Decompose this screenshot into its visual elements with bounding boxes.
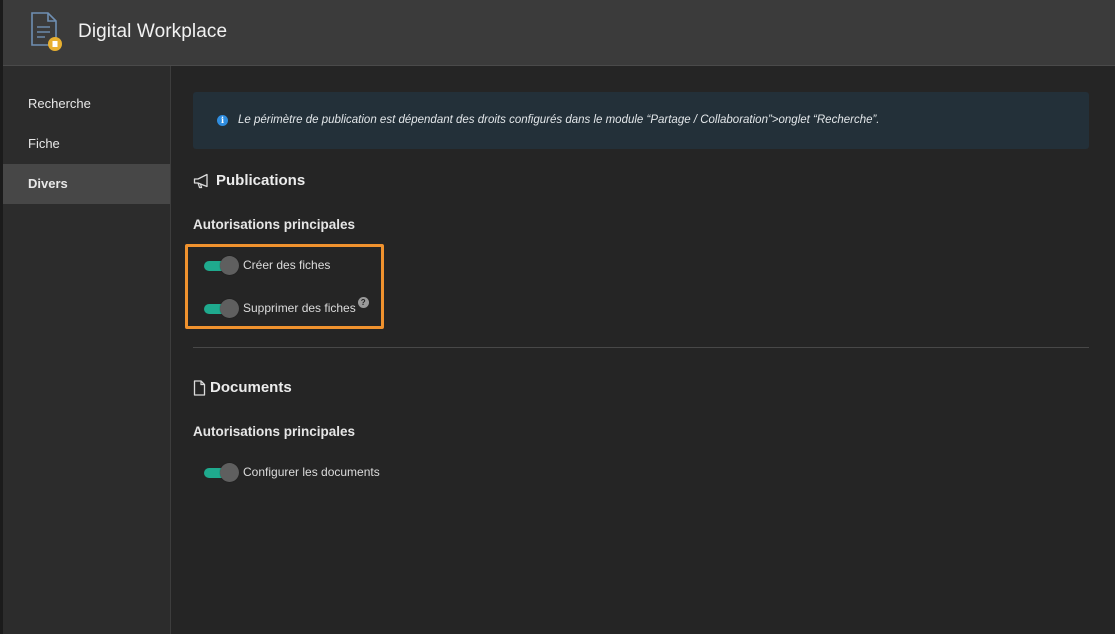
toggle-knob [220,256,239,275]
megaphone-icon [193,173,208,188]
section-title-documents: Documents [193,379,292,396]
info-banner: i Le périmètre de publication est dépend… [193,92,1089,149]
section-title-publications-text: Publications [216,172,306,189]
sidebar: Recherche Fiche Divers [3,66,171,634]
app-header: Digital Workplace [3,0,1115,66]
file-icon [193,379,206,396]
toggle-label-supprimer-fiches: Supprimer des fiches [243,301,356,315]
main-content: i Le périmètre de publication est dépend… [171,66,1115,634]
toggle-row-supprimer-fiches: Supprimer des fiches ? [204,296,369,318]
sidebar-item-divers[interactable]: Divers [3,164,170,204]
help-icon[interactable]: ? [357,296,369,308]
app-title: Digital Workplace [78,21,228,42]
publications-subtitle: Autorisations principales [193,217,356,232]
toggle-label-creer-fiches: Créer des fiches [243,258,331,272]
app-window: Digital Workplace Recherche Fiche Divers… [0,0,1115,634]
toggle-knob [220,463,239,482]
toggle-label-configurer-documents: Configurer les documents [243,465,380,479]
sidebar-item-fiche[interactable]: Fiche [3,124,170,164]
documents-subtitle: Autorisations principales [193,424,356,439]
info-icon: i [217,115,228,126]
toggle-creer-fiches[interactable] [204,256,239,275]
section-title-publications: Publications [193,172,305,189]
toggle-row-creer-fiches: Créer des fiches [204,255,330,275]
toggle-knob [220,299,239,318]
toggle-row-configurer-documents: Configurer les documents [204,462,380,482]
toggle-configurer-documents[interactable] [204,463,239,482]
info-text: Le périmètre de publication est dépendan… [238,114,880,126]
sidebar-item-recherche[interactable]: Recherche [3,84,170,124]
section-title-documents-text: Documents [210,379,292,396]
document-badge-icon [31,12,62,51]
section-divider [193,347,1089,348]
toggle-supprimer-fiches[interactable] [204,299,239,318]
